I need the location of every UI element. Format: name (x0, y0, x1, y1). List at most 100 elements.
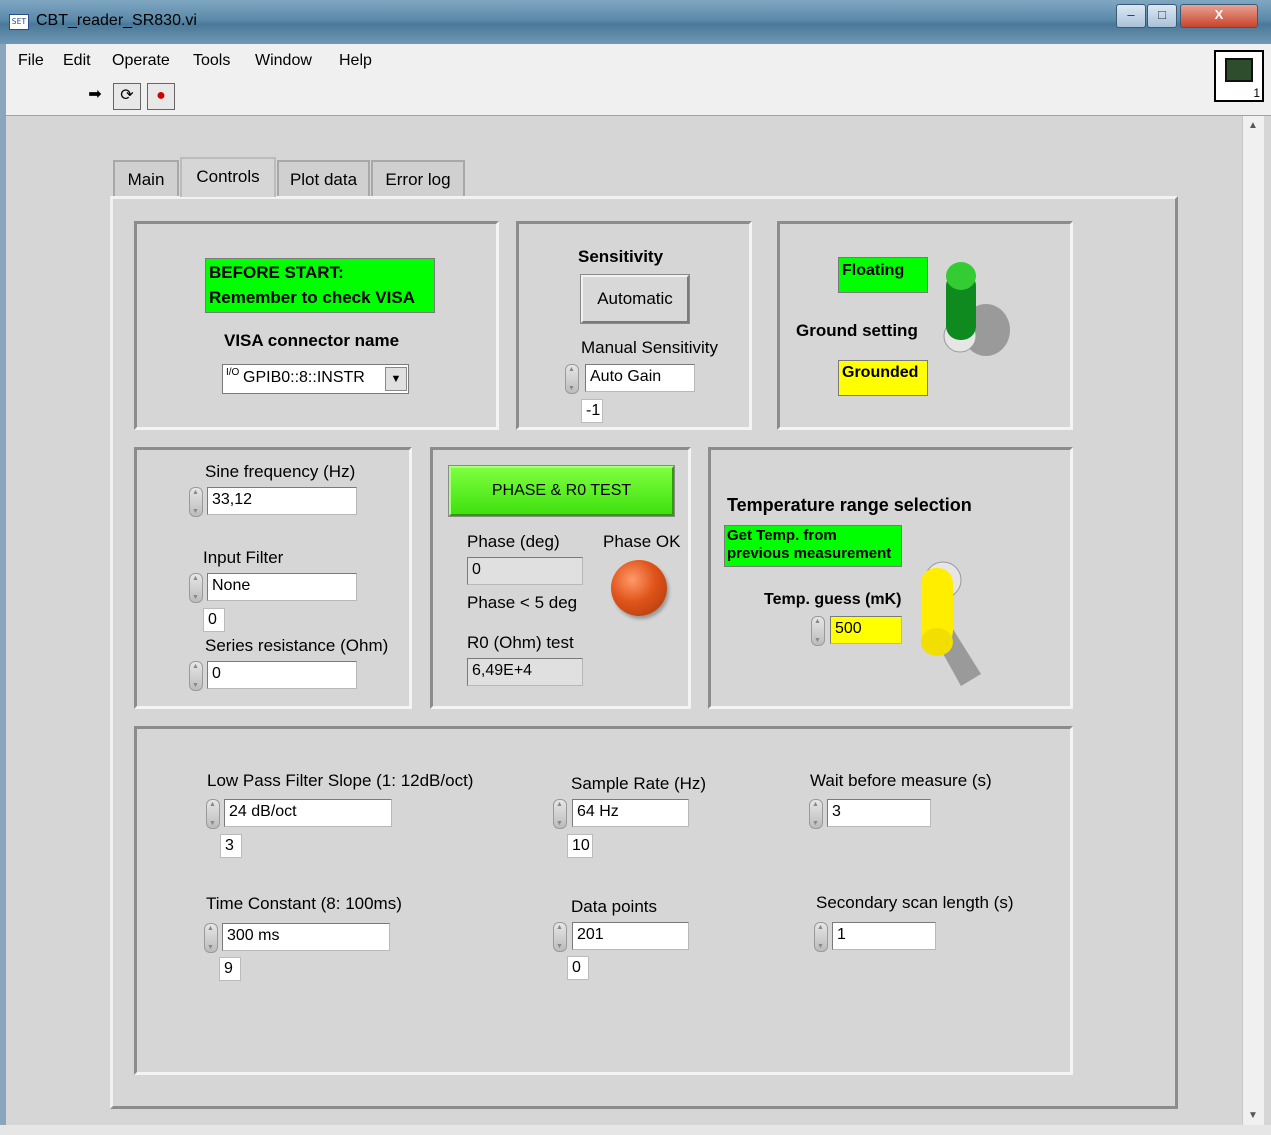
menu-window[interactable]: Window (255, 52, 312, 70)
secondary-scan-length-control[interactable]: 1 (814, 922, 944, 952)
phase-limit-label: Phase < 5 deg (467, 593, 578, 612)
signal-group: Sine frequency (Hz) 33,12 Input Filter N… (134, 447, 412, 709)
menu-bar: File Edit Operate Tools Window Help (0, 44, 1271, 78)
low-pass-filter-ring[interactable]: 24 dB/oct (206, 799, 396, 829)
input-filter-index: 0 (203, 608, 225, 632)
run-continuously-icon[interactable]: ⟳ (113, 83, 141, 110)
increment-decrement-icon[interactable] (189, 487, 203, 517)
increment-decrement-icon[interactable] (565, 364, 579, 394)
sine-frequency-label: Sine frequency (Hz) (205, 462, 356, 481)
abort-execution-icon[interactable]: ● (147, 83, 175, 110)
increment-decrement-icon[interactable] (811, 616, 825, 646)
increment-decrement-icon[interactable] (553, 922, 567, 952)
menu-tools[interactable]: Tools (193, 52, 230, 70)
low-pass-filter-label: Low Pass Filter Slope (1: 12dB/oct) (207, 771, 474, 790)
visa-connector-label: VISA connector name (224, 331, 400, 350)
temperature-toggle-switch[interactable] (911, 554, 1001, 694)
toolbar: ➡ ⟳ ● (0, 78, 1271, 116)
sample-rate-ring[interactable]: 64 Hz (553, 799, 693, 829)
tab-main[interactable]: Main (113, 160, 179, 196)
increment-decrement-icon[interactable] (189, 661, 203, 691)
r0-test-indicator: 6,49E+4 (467, 658, 583, 686)
io-icon: I/O (226, 367, 240, 378)
input-filter-label: Input Filter (203, 548, 284, 567)
scroll-down-icon[interactable]: ▼ (1248, 1110, 1258, 1121)
tab-controls[interactable]: Controls (180, 157, 276, 197)
menu-help[interactable]: Help (339, 52, 372, 70)
low-pass-filter-value[interactable]: 24 dB/oct (224, 799, 392, 827)
temp-guess-control[interactable]: 500 (811, 616, 911, 646)
scroll-up-icon[interactable]: ▲ (1248, 120, 1258, 131)
sine-frequency-control[interactable]: 33,12 (189, 487, 359, 517)
sensitivity-title: Sensitivity (578, 247, 664, 266)
input-filter-value[interactable]: None (207, 573, 357, 601)
menu-edit[interactable]: Edit (63, 52, 91, 70)
ground-setting-label: Ground setting (796, 321, 918, 340)
visa-resource-select[interactable]: I/O GPIB0::8::INSTR ▼ (222, 364, 409, 394)
temperature-range-group: Temperature range selection Get Temp. fr… (708, 447, 1073, 709)
title-bar[interactable]: SET CBT_reader_SR830.vi – □ X (0, 0, 1271, 44)
increment-decrement-icon[interactable] (189, 573, 203, 603)
vertical-scrollbar[interactable]: ▲ ▼ (1242, 116, 1264, 1125)
maximize-button[interactable]: □ (1147, 4, 1177, 28)
series-resistance-value[interactable]: 0 (207, 661, 357, 689)
increment-decrement-icon[interactable] (206, 799, 220, 829)
phase-ok-label: Phase OK (603, 532, 681, 551)
phase-ok-led (611, 560, 667, 616)
toggle-knob[interactable] (946, 262, 976, 290)
visa-warning-label: BEFORE START: Remember to check VISA (205, 258, 435, 314)
minimize-button[interactable]: – (1116, 4, 1146, 28)
visa-group: BEFORE START: Remember to check VISA VIS… (134, 221, 499, 430)
menu-operate[interactable]: Operate (112, 52, 170, 70)
sample-rate-index: 10 (567, 834, 593, 858)
ground-toggle-switch[interactable] (938, 254, 1028, 364)
series-resistance-control[interactable]: 0 (189, 661, 359, 691)
data-points-control[interactable]: 201 (553, 922, 693, 952)
time-constant-index: 9 (219, 957, 241, 981)
data-points-label: Data points (571, 897, 657, 916)
low-pass-filter-index: 3 (220, 834, 242, 858)
input-filter-ring[interactable]: None (189, 573, 359, 603)
phase-deg-indicator: 0 (467, 557, 583, 585)
run-arrow-icon[interactable]: ➡ (81, 83, 109, 110)
increment-decrement-icon[interactable] (809, 799, 823, 829)
increment-decrement-icon[interactable] (553, 799, 567, 829)
close-button[interactable]: X (1180, 4, 1258, 28)
get-temp-previous-label: Get Temp. from previous measurement (724, 525, 902, 567)
grounded-label: Grounded (838, 360, 928, 396)
vi-connector-icon[interactable]: 1 (1214, 50, 1264, 102)
phase-r0-test-button[interactable]: PHASE & R0 TEST (449, 466, 674, 516)
manual-sensitivity-label: Manual Sensitivity (581, 338, 719, 357)
series-resistance-label: Series resistance (Ohm) (205, 636, 389, 655)
temp-guess-value[interactable]: 500 (830, 616, 902, 644)
secondary-scan-length-value[interactable]: 1 (832, 922, 936, 950)
horizontal-scrollbar[interactable] (0, 1125, 1271, 1135)
ground-group: Floating Ground setting Grounded (777, 221, 1073, 430)
tab-plot-data[interactable]: Plot data (277, 160, 370, 196)
wait-before-measure-label: Wait before measure (s) (810, 771, 992, 790)
tab-error-log[interactable]: Error log (371, 160, 465, 196)
manual-sensitivity-value[interactable]: Auto Gain (585, 364, 695, 392)
data-points-index: 0 (567, 956, 589, 980)
sine-frequency-value[interactable]: 33,12 (207, 487, 357, 515)
data-points-value[interactable]: 201 (572, 922, 689, 950)
chevron-down-icon[interactable]: ▼ (385, 367, 407, 391)
increment-decrement-icon[interactable] (204, 923, 218, 953)
manual-sensitivity-index: -1 (581, 399, 603, 423)
time-constant-ring[interactable]: 300 ms (204, 923, 394, 953)
phase-test-group: PHASE & R0 TEST Phase (deg) Phase OK 0 P… (430, 447, 691, 709)
vi-screen-icon (1225, 58, 1253, 82)
wait-before-measure-value[interactable]: 3 (827, 799, 931, 827)
time-constant-label: Time Constant (8: 100ms) (206, 894, 402, 913)
automatic-sensitivity-button[interactable]: Automatic (581, 275, 689, 323)
menu-file[interactable]: File (18, 52, 44, 70)
lockin-parameters-group: Low Pass Filter Slope (1: 12dB/oct) 24 d… (134, 726, 1073, 1075)
manual-sensitivity-ring[interactable]: Auto Gain (565, 364, 705, 394)
toggle-knob[interactable] (921, 628, 953, 656)
sample-rate-value[interactable]: 64 Hz (572, 799, 689, 827)
time-constant-value[interactable]: 300 ms (222, 923, 390, 951)
wait-before-measure-control[interactable]: 3 (809, 799, 939, 829)
window-title: CBT_reader_SR830.vi (36, 12, 197, 29)
phase-deg-label: Phase (deg) (467, 532, 560, 551)
increment-decrement-icon[interactable] (814, 922, 828, 952)
